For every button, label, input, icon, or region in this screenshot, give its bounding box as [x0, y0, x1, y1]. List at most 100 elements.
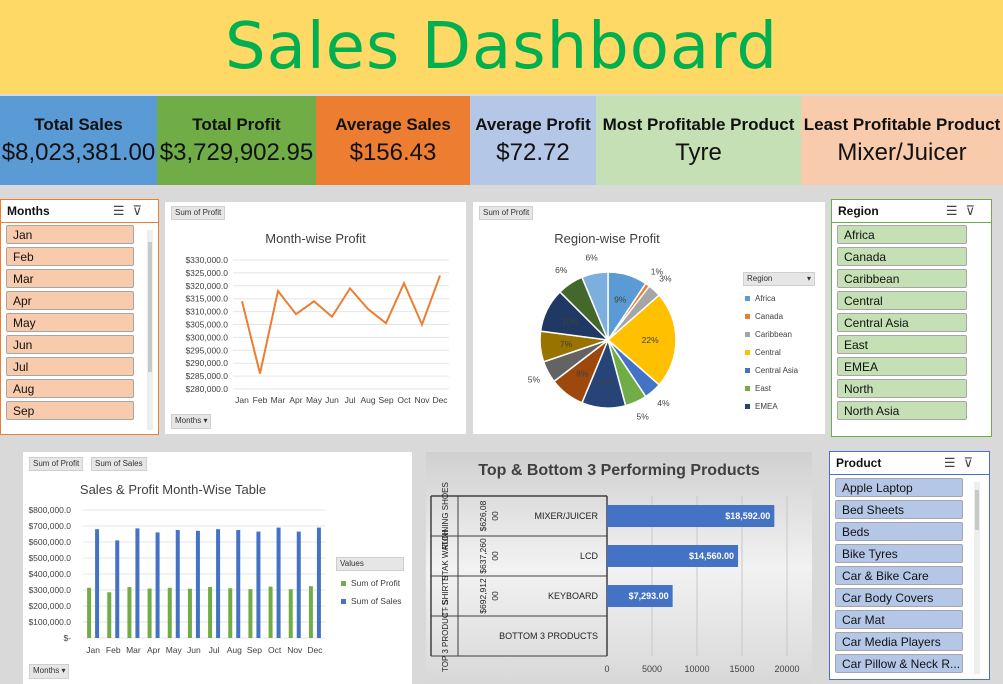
slicer-item[interactable]: Apple Laptop [835, 478, 963, 497]
product-label: BOTTOM 3 PRODUCTS [499, 631, 598, 641]
x-tick-label: Mar [126, 645, 141, 655]
x-tick-label: Feb [106, 645, 121, 655]
slicer-item[interactable]: Mar [6, 269, 134, 288]
x-tick-label: 5000 [642, 664, 662, 674]
months-filter-button[interactable]: Months ▾ [171, 414, 212, 429]
slicer-tools: ☰⊽ [944, 455, 981, 471]
bar [195, 530, 200, 638]
x-tick-label: Oct [268, 645, 282, 655]
y-tick-label: $310,000.0 [185, 307, 228, 317]
y-tick-label: $305,000.0 [185, 320, 228, 330]
slicer-item[interactable]: Aug [6, 379, 134, 398]
slice-label: 9% [614, 295, 627, 305]
slicer-item[interactable]: Feb [6, 247, 134, 266]
y-tick-label: $300,000.0 [28, 585, 71, 595]
slicer-item[interactable]: May [6, 313, 134, 332]
bar [87, 587, 92, 638]
slicer-item[interactable]: North Asia [837, 401, 967, 420]
slicer-item[interactable]: Car Body Covers [835, 588, 963, 607]
y-tick-label: $- [63, 633, 71, 643]
product-label: MIXER/JUICER [534, 511, 598, 521]
months-slicer[interactable]: Months ☰⊽ Jan Feb Mar Apr May Jun Jul Aug Sep [0, 199, 159, 435]
clear-filter-icon[interactable]: ⊽ [963, 455, 981, 470]
legend-label: Central [755, 348, 781, 357]
scroll-thumb[interactable] [148, 242, 152, 372]
bar [248, 589, 253, 638]
x-tick-label: Jul [345, 395, 356, 405]
slicer-item[interactable]: Apr [6, 291, 134, 310]
y-tick-label: $315,000.0 [185, 294, 228, 304]
slicer-item[interactable]: Beds [835, 522, 963, 541]
slicer-item[interactable]: East [837, 335, 967, 354]
slice-label: 6% [585, 253, 598, 263]
slicer-item[interactable]: Car & Bike Care [835, 566, 963, 585]
region-legend-filter[interactable]: Region ▾ [743, 272, 815, 286]
slice-label: 10% [597, 377, 614, 387]
legend-swatch [341, 599, 346, 604]
legend-swatch [745, 296, 750, 301]
y-tick-label: $200,000.0 [28, 601, 71, 611]
kpi-value: Mixer/Juicer [837, 138, 967, 166]
bar [316, 527, 321, 638]
y-tick-label: $100,000.0 [28, 617, 71, 627]
slicer-item[interactable]: Bike Tyres [835, 544, 963, 563]
multi-select-icon[interactable]: ☰ [944, 455, 964, 470]
slicer-tools: ☰⊽ [113, 203, 150, 219]
slicer-item[interactable]: Canada [837, 247, 967, 266]
product-slicer[interactable]: Product ☰⊽ Apple Laptop Bed Sheets Beds Bik… [829, 451, 990, 680]
months-filter-button[interactable]: Months ▾ [29, 664, 70, 679]
slice-label: 5% [528, 375, 541, 385]
slicer-scrollbar[interactable] [147, 230, 153, 430]
x-tick-label: Sep [378, 395, 393, 405]
x-tick-label: Feb [253, 395, 268, 405]
bar [127, 587, 132, 638]
slicer-item[interactable]: Car Mat [835, 610, 963, 629]
clear-filter-icon[interactable]: ⊽ [132, 203, 150, 218]
slicer-scrollbar[interactable] [974, 482, 980, 674]
multi-select-icon[interactable]: ☰ [946, 203, 966, 218]
y-tick-label: $700,000.0 [28, 521, 71, 531]
clear-filter-icon[interactable]: ⊽ [965, 203, 983, 218]
slicer-item[interactable]: Bed Sheets [835, 500, 963, 519]
scroll-thumb[interactable] [975, 490, 979, 530]
group-sub: 00 [490, 591, 500, 601]
legend-label: East [755, 384, 772, 393]
slicer-item[interactable]: Jul [6, 357, 134, 376]
bar [115, 540, 120, 638]
x-tick-label: May [166, 645, 183, 655]
x-tick-label: Apr [147, 645, 160, 655]
slicer-item[interactable]: Car Media Players [835, 632, 963, 651]
legend-label: EMEA [755, 402, 778, 411]
slicer-item[interactable]: North [837, 379, 967, 398]
slicer-item[interactable]: Caribbean [837, 269, 967, 288]
legend-swatch [341, 581, 346, 586]
sales-profit-chart-panel: Sum of Profit Sum of Sales Sales & Profi… [23, 452, 412, 684]
slicer-item[interactable]: Central Asia [837, 313, 967, 332]
slicer-item[interactable]: Jun [6, 335, 134, 354]
bar [147, 588, 152, 638]
legend-swatch [745, 368, 750, 373]
product-label: KEYBOARD [548, 591, 599, 601]
slicer-item[interactable]: Jan [6, 225, 134, 244]
top-bottom-chart-panel: Top & Bottom 3 Performing Products 0 5000… [426, 452, 812, 684]
x-tick-label: May [306, 395, 323, 405]
bar [236, 530, 241, 638]
slicer-item[interactable]: Car Pillow & Neck R... [835, 654, 963, 673]
bar-legend: Sum of Profit Sum of Sales [341, 574, 402, 610]
slicer-item[interactable]: Central [837, 291, 967, 310]
kpi-most-profitable-product: Most Profitable Product Tyre [596, 96, 801, 185]
kpi-least-profitable-product: Least Profitable Product Mixer/Juicer [801, 96, 1003, 185]
slicer-item[interactable]: Sep [6, 401, 134, 420]
bar [95, 529, 100, 638]
slicer-divider [1, 222, 158, 223]
x-tick-label: Dec [307, 645, 323, 655]
x-tick-label: Sep [247, 645, 262, 655]
slicer-item[interactable]: Africa [837, 225, 967, 244]
slicer-item[interactable]: EMEA [837, 357, 967, 376]
region-slicer[interactable]: Region ☰⊽ Africa Canada Caribbean Central Ce… [831, 199, 992, 437]
multi-select-icon[interactable]: ☰ [113, 203, 133, 218]
horizontal-bar-chart: 0 5000 10000 15000 20000RUNNING SHOES $626,08… [430, 482, 800, 674]
x-tick-label: 15000 [729, 664, 754, 674]
x-tick-label: Jan [86, 645, 100, 655]
page-title: Sales Dashboard [225, 10, 778, 84]
